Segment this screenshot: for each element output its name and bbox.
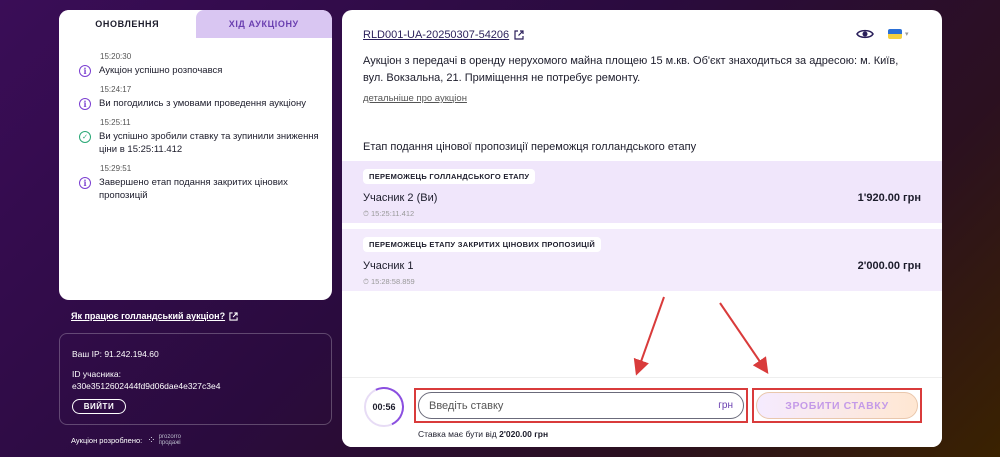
brand-line-2: продажі bbox=[158, 440, 181, 446]
language-selector[interactable]: ▾ bbox=[888, 29, 909, 39]
list-item: ✓ 15:25:11 Ви успішно зробили ставку та … bbox=[79, 118, 322, 156]
winners-list: ПЕРЕМОЖЕЦЬ ГОЛЛАНДСЬКОГО ЕТАПУ Учасник 2… bbox=[342, 161, 942, 291]
winner-amount: 1'920.00 грн bbox=[857, 192, 921, 204]
event-time: 15:24:17 bbox=[100, 85, 132, 94]
how-dutch-auction-works-link[interactable]: Як працює голландський аукціон? bbox=[71, 311, 238, 321]
participant-info: Ваш IP: 91.242.194.60 ID учасника: e30e3… bbox=[59, 333, 332, 425]
bid-hint: Ставка має бути від 2'020.00 грн bbox=[418, 429, 548, 439]
winner-name: Учасник 1 bbox=[363, 260, 414, 272]
event-message: Завершено етап подання закритих цінових … bbox=[99, 177, 288, 201]
exit-button[interactable]: ВИЙТИ bbox=[72, 399, 126, 414]
eye-icon[interactable] bbox=[856, 27, 874, 41]
winner-time: ⏱ 15:28:58.859 bbox=[363, 277, 415, 286]
prozorro-logo: ⁘ prozorro продажі bbox=[147, 434, 181, 446]
updates-panel: ОНОВЛЕННЯ ХІД АУКЦІОНУ i 15:20:30 Аукціо… bbox=[59, 10, 332, 300]
info-icon: i bbox=[79, 65, 91, 77]
auction-id: RLD001-UA-20250307-54206 bbox=[363, 29, 510, 41]
winner-tag: ПЕРЕМОЖЕЦЬ ГОЛЛАНДСЬКОГО ЕТАПУ bbox=[363, 169, 536, 184]
auction-id-link[interactable]: RLD001-UA-20250307-54206 bbox=[363, 29, 524, 41]
winner-row: ПЕРЕМОЖЕЦЬ ГОЛЛАНДСЬКОГО ЕТАПУ Учасник 2… bbox=[342, 161, 942, 223]
event-message: Аукціон успішно розпочався bbox=[99, 65, 223, 76]
developed-by: Аукціон розроблено: ⁘ prozorro продажі bbox=[71, 434, 181, 446]
auction-description: Аукціон з передачі в оренду нерухомого м… bbox=[363, 55, 899, 84]
external-link-icon bbox=[514, 30, 524, 40]
event-time: 15:20:30 bbox=[100, 52, 132, 61]
bid-input-highlight: грн bbox=[414, 388, 748, 423]
check-icon: ✓ bbox=[79, 131, 91, 143]
event-message: Ви успішно зробили ставку та зупинили зн… bbox=[99, 131, 319, 155]
place-bid-button[interactable]: ЗРОБИТИ СТАВКУ bbox=[756, 392, 918, 419]
winner-name: Учасник 2 (Ви) bbox=[363, 192, 438, 204]
list-item: i 15:29:51 Завершено етап подання закрит… bbox=[79, 164, 322, 202]
auction-details-link[interactable]: детальніше про аукціон bbox=[363, 93, 467, 104]
participant-id-label: ID учасника: bbox=[72, 369, 121, 379]
events-list: i 15:20:30 Аукціон успішно розпочався i … bbox=[59, 38, 332, 202]
bid-panel: 00:56 грн ЗРОБИТИ СТАВКУ Ставка має бути… bbox=[342, 377, 942, 447]
external-link-icon bbox=[229, 311, 238, 321]
info-icon: i bbox=[79, 177, 91, 189]
bid-hint-prefix: Ставка має бути від bbox=[418, 429, 497, 439]
winner-row: ПЕРЕМОЖЕЦЬ ЕТАПУ ЗАКРИТИХ ЦІНОВИХ ПРОПОЗ… bbox=[342, 229, 942, 291]
bid-input-field: грн bbox=[418, 392, 744, 419]
list-item: i 15:24:17 Ви погодились з умовами прове… bbox=[79, 85, 322, 110]
winner-amount: 2'000.00 грн bbox=[857, 260, 921, 272]
prozorro-logo-icon: ⁘ bbox=[147, 434, 156, 446]
info-icon: i bbox=[79, 98, 91, 110]
tab-bar: ОНОВЛЕННЯ ХІД АУКЦІОНУ bbox=[59, 10, 332, 38]
ip-address: Ваш IP: 91.242.194.60 bbox=[72, 349, 159, 359]
stage-title: Етап подання цінової пропозиції переможц… bbox=[363, 141, 697, 153]
winner-time: ⏱ 15:25:11.412 bbox=[363, 209, 415, 218]
developed-by-label: Аукціон розроблено: bbox=[71, 435, 143, 445]
countdown-timer: 00:56 bbox=[364, 387, 404, 427]
how-link-label: Як працює голландський аукціон? bbox=[71, 311, 226, 321]
bid-hint-value: 2'020.00 грн bbox=[499, 429, 549, 439]
tab-updates[interactable]: ОНОВЛЕННЯ bbox=[59, 10, 196, 38]
event-time: 15:29:51 bbox=[100, 164, 132, 173]
event-message: Ви погодились з умовами проведення аукці… bbox=[99, 98, 306, 109]
list-item: i 15:20:30 Аукціон успішно розпочався bbox=[79, 52, 322, 77]
currency-label: грн bbox=[718, 400, 733, 411]
chevron-down-icon: ▾ bbox=[905, 31, 909, 38]
auction-card: RLD001-UA-20250307-54206 ▾ Аукціон з пер… bbox=[342, 10, 942, 447]
bid-input[interactable] bbox=[429, 399, 719, 412]
participant-id-value: e30e3512602444fd9d06dae4e327c3e4 bbox=[72, 381, 221, 391]
ukraine-flag-icon bbox=[888, 29, 902, 39]
tab-auction-progress[interactable]: ХІД АУКЦІОНУ bbox=[195, 10, 332, 38]
event-time: 15:25:11 bbox=[100, 118, 131, 127]
winner-tag: ПЕРЕМОЖЕЦЬ ЕТАПУ ЗАКРИТИХ ЦІНОВИХ ПРОПОЗ… bbox=[363, 237, 602, 252]
bid-button-highlight: ЗРОБИТИ СТАВКУ bbox=[752, 388, 922, 423]
